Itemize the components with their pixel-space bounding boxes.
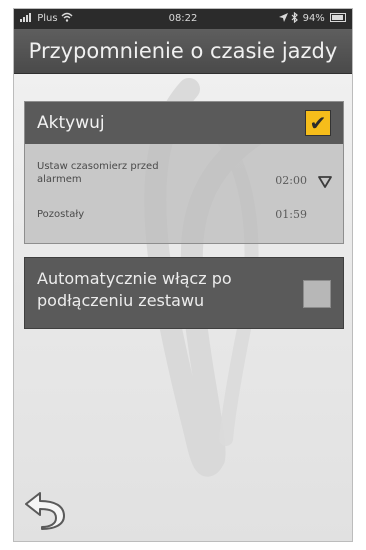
timer-value[interactable]: 02:00 — [275, 174, 307, 187]
timer-label: Ustaw czasomierz przed alarmem — [37, 161, 159, 185]
auto-enable-checkbox[interactable] — [303, 280, 331, 308]
status-right: 94% — [279, 9, 346, 29]
bluetooth-icon — [291, 11, 302, 24]
triangle-down-icon[interactable] — [317, 174, 333, 188]
auto-enable-label: Automatycznie włącz po podłączeniu zesta… — [37, 269, 232, 310]
page-title: Przypomnienie o czasie jazdy — [28, 39, 338, 63]
remaining-value: 01:59 — [275, 208, 307, 221]
phone-screen: Plus 08:22 94% Przypomnienie o czasie ja… — [13, 8, 353, 542]
battery-icon — [330, 13, 346, 22]
header-bar: Przypomnienie o czasie jazdy — [14, 29, 352, 74]
activate-checkbox[interactable]: ✔ — [305, 110, 331, 136]
battery-level: 94% — [302, 13, 325, 24]
activate-row[interactable]: Aktywuj ✔ — [25, 102, 343, 144]
back-button[interactable] — [22, 489, 68, 531]
location-arrow-icon — [279, 13, 291, 24]
auto-enable-row[interactable]: Automatycznie włącz po podłączeniu zesta… — [24, 257, 344, 329]
remaining-label: Pozostały — [37, 209, 85, 220]
back-arrow-icon — [25, 492, 65, 530]
reminder-settings-panel: Aktywuj ✔ Ustaw czasomierz przed alarmem… — [24, 101, 344, 244]
status-bar: Plus 08:22 94% — [14, 9, 352, 29]
activate-label: Aktywuj — [37, 113, 105, 133]
